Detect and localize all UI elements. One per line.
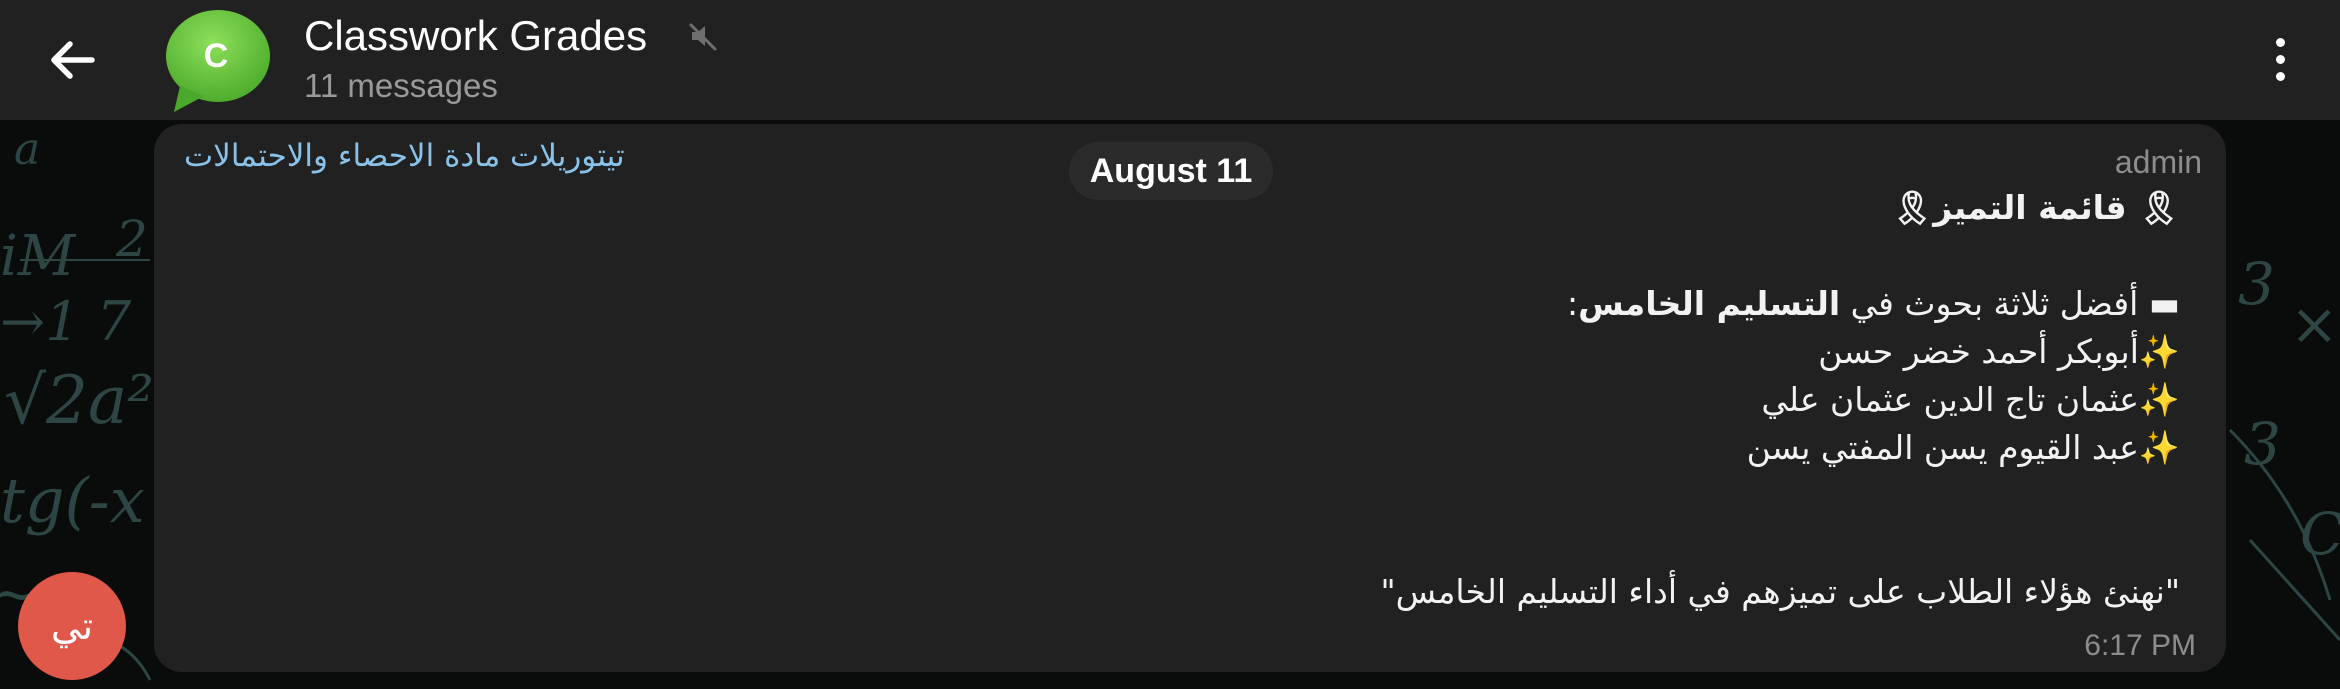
message-text: 🎗 قائمة التميز🎗 ▬ أفضل ثلاثة بحوث في الت…: [320, 184, 2180, 616]
chat-header: C Classwork Grades 11 messages: [0, 0, 2340, 120]
message-time: 6:17 PM: [2084, 629, 2196, 662]
message-footer: "نهنئ هؤلاء الطلاب على تميزهم في أداء ال…: [1380, 572, 2180, 611]
student-item: ✨عبد القيوم يسن المفتي يسن: [1746, 428, 2180, 467]
chat-screen: a iM 2 →1 7 + √2a² tg(-x ~ 3 × 3 C: [0, 0, 2340, 689]
message-author: admin: [2114, 144, 2202, 180]
message-intro: ▬ أفضل ثلاثة بحوث في التسليم الخامس:: [1567, 284, 2180, 323]
avatar[interactable]: C: [164, 8, 276, 114]
message-count: 11 messages: [304, 67, 498, 104]
message-bubble[interactable]: تيتوريلات مادة الاحصاء والاحتمالات admin…: [154, 124, 2226, 672]
arrow-left-icon: [51, 41, 95, 79]
dot-icon: [2275, 54, 2285, 64]
student-item: ✨أبوبكر أحمد خضر حسن: [1818, 332, 2180, 371]
ribbon-icon: 🎗: [2138, 188, 2180, 227]
muted-speaker-icon: [689, 23, 717, 51]
more-options-button[interactable]: [2256, 26, 2304, 92]
date-separator: August 11: [1069, 142, 1273, 200]
avatar-letter: C: [203, 36, 229, 75]
dot-icon: [2275, 37, 2285, 47]
ribbon-icon: 🎗: [1891, 188, 1934, 227]
back-button[interactable]: [40, 28, 104, 92]
student-item: ✨عثمان تاج الدين عثمان علي: [1761, 380, 2180, 419]
channel-link[interactable]: تيتوريلات مادة الاحصاء والاحتمالات: [184, 134, 625, 178]
black-rect-icon: ▬: [2138, 284, 2180, 323]
chat-title[interactable]: Classwork Grades: [304, 8, 647, 64]
floating-action-button[interactable]: تي: [18, 572, 126, 680]
dot-icon: [2275, 71, 2285, 81]
